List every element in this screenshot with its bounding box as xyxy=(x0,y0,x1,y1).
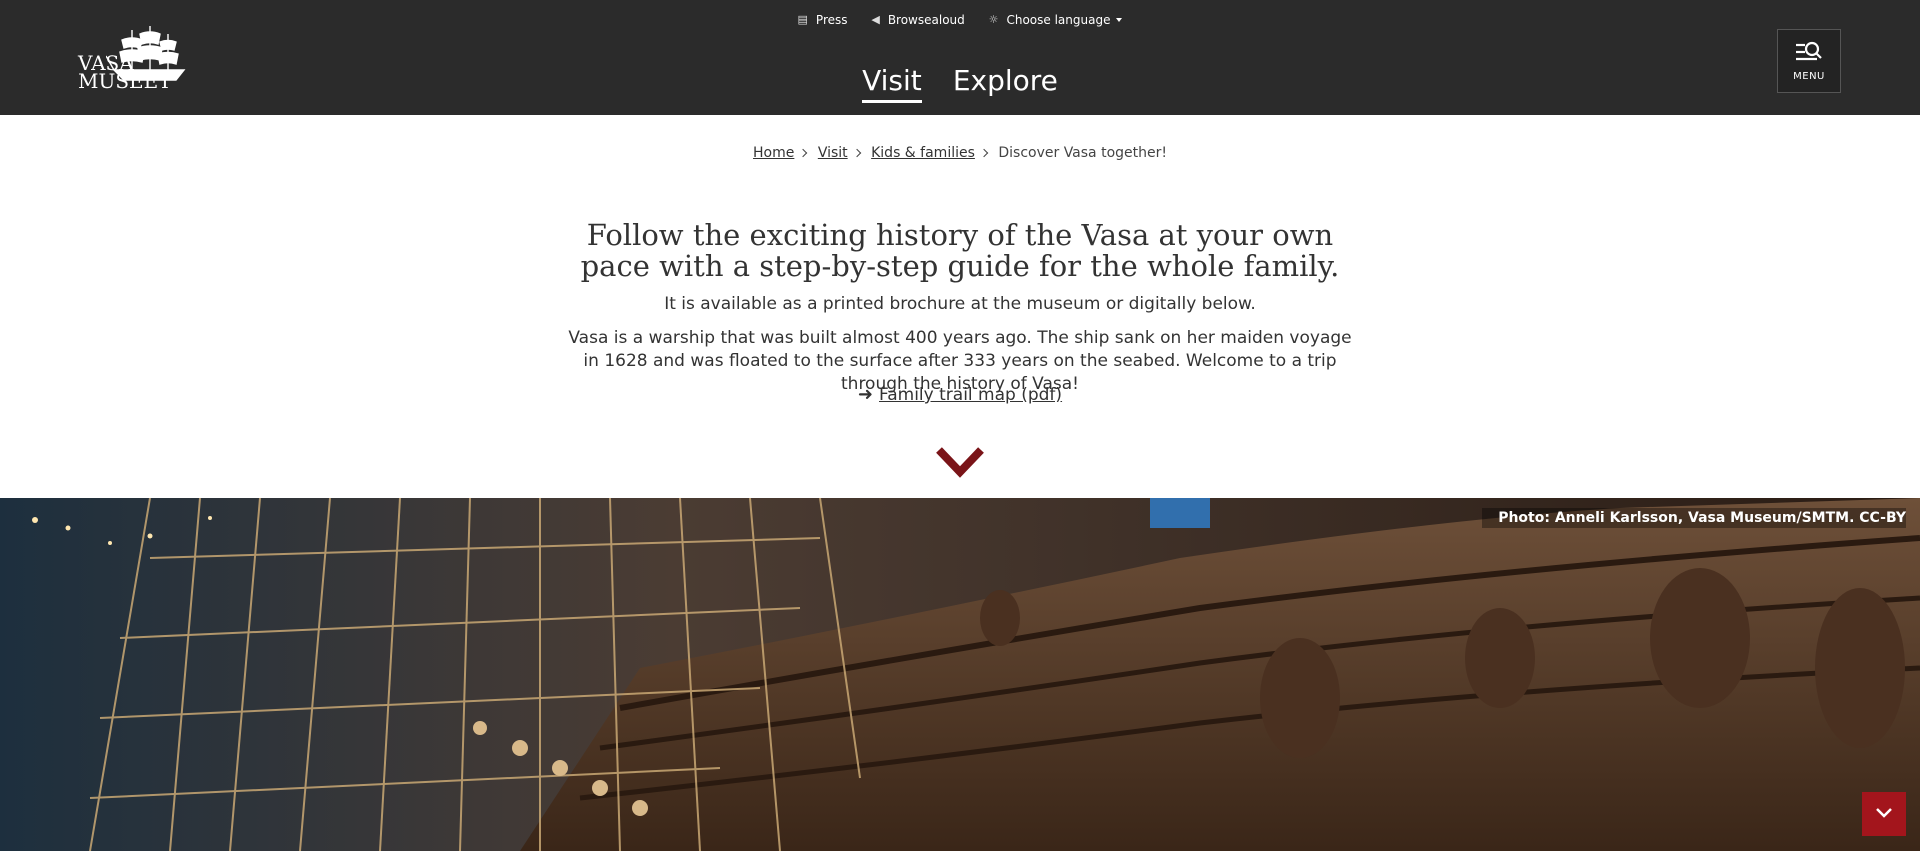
vasa-ship-photo xyxy=(0,498,1920,851)
menu-button[interactable]: MENU xyxy=(1777,29,1841,93)
chevron-right-icon xyxy=(799,148,808,158)
globe-icon: ☼ xyxy=(988,13,999,26)
chevron-right-icon xyxy=(852,148,861,158)
choose-language-label: Choose language xyxy=(1006,12,1111,27)
chevron-right-icon xyxy=(979,148,989,158)
scroll-down-chevron-icon[interactable] xyxy=(935,446,985,480)
breadcrumb-visit[interactable]: Visit xyxy=(818,145,848,161)
breadcrumb-current: Discover Vasa together! xyxy=(998,145,1167,161)
caret-down-icon xyxy=(1116,17,1123,22)
chevron-down-icon xyxy=(1876,808,1892,818)
site-header: VASA MUSEET ▤ Press ◀ Browsealoud ☼ Choo… xyxy=(0,0,1920,115)
nav-explore[interactable]: Explore xyxy=(953,64,1058,100)
lead-text: It is available as a printed brochure at… xyxy=(664,294,1256,314)
arrow-right-icon: ➜ xyxy=(857,384,874,405)
breadcrumb-home[interactable]: Home xyxy=(753,145,794,161)
utility-nav: ▤ Press ◀ Browsealoud ☼ Choose language xyxy=(0,12,1920,30)
hero-image: Photo: Anneli Karlsson, Vasa Museum/SMTM… xyxy=(0,498,1920,851)
family-trail-map-link[interactable]: Family trail map (pdf) xyxy=(879,385,1062,405)
nav-visit[interactable]: Visit xyxy=(862,64,922,103)
scroll-down-button[interactable] xyxy=(1862,792,1906,836)
browsealoud-link[interactable]: ◀ Browsealoud xyxy=(871,13,964,27)
press-label: Press xyxy=(815,12,848,27)
press-link[interactable]: ▤ Press xyxy=(798,13,848,27)
menu-search-icon xyxy=(1796,41,1822,61)
press-icon: ▤ xyxy=(797,13,808,26)
breadcrumb-kids-families[interactable]: Kids & families xyxy=(871,145,975,161)
breadcrumb: Home Visit Kids & families Discover Vasa… xyxy=(0,145,1920,161)
page-title: Follow the exciting history of the Vasa … xyxy=(580,218,1340,283)
family-trail-link-row: ➜ Family trail map (pdf) xyxy=(0,384,1920,405)
photo-credit: Photo: Anneli Karlsson, Vasa Museum/SMTM… xyxy=(1482,508,1906,528)
main-nav: Visit Explore xyxy=(0,64,1920,103)
menu-label: MENU xyxy=(1793,71,1825,82)
browsealoud-label: Browsealoud xyxy=(887,12,965,27)
choose-language-dropdown[interactable]: ☼ Choose language xyxy=(989,13,1123,27)
speaker-icon: ◀ xyxy=(871,13,880,26)
